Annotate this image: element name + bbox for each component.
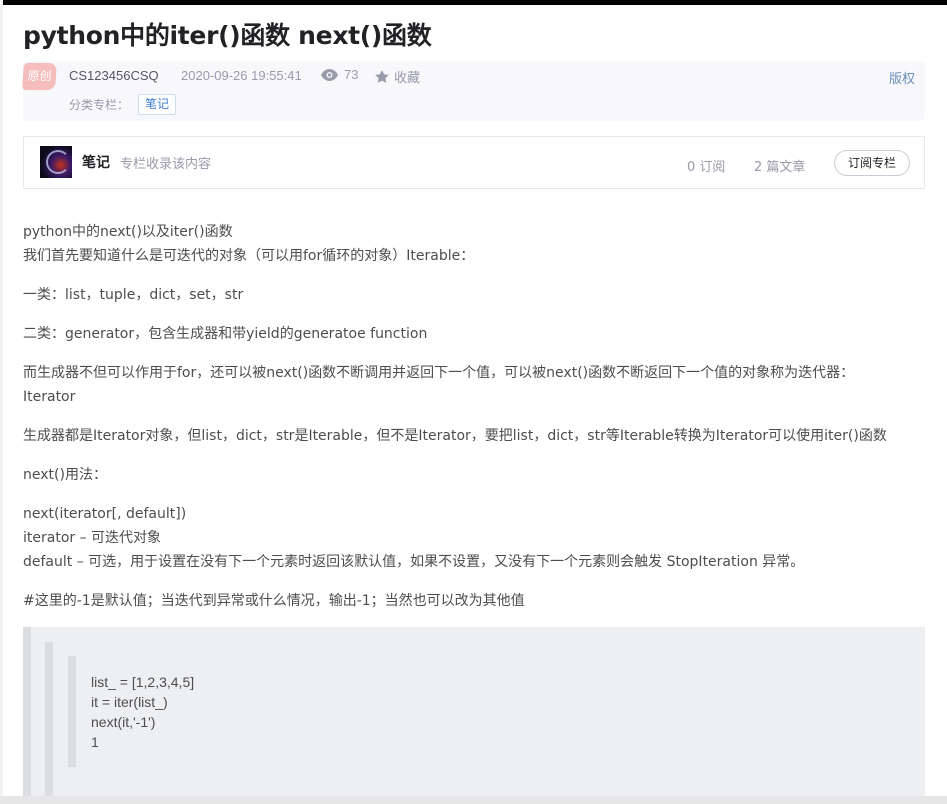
paragraph: 一类：list，tuple，dict，set，str [23, 283, 925, 307]
star-icon [375, 70, 389, 83]
eye-icon [321, 68, 338, 81]
column-description: 专栏收录该内容 [120, 157, 212, 172]
column-card: 笔记 专栏收录该内容 0 订阅 2 篇文章 订阅专栏 [23, 136, 925, 189]
paragraph-line: #这里的-1是默认值；当迭代到异常或什么情况，输出-1；当然也可以改为其他值 [23, 593, 525, 609]
view-count-value: 73 [344, 67, 359, 82]
favorite-button[interactable]: 收藏 [375, 67, 420, 86]
code-line: next(it,'-1') [91, 714, 156, 730]
paragraph: 二类：generator，包含生成器和带yield的generatoe func… [23, 322, 925, 346]
article-body: python中的next()以及iter()函数 我们首先要知道什么是可迭代的对… [23, 220, 925, 628]
subscribe-column-button[interactable]: 订阅专栏 [834, 150, 910, 176]
paragraph-line: next()用法： [23, 467, 107, 483]
paragraph-line: Iterator [23, 389, 76, 405]
paragraph-line: next(iterator[, default]) [23, 506, 187, 522]
bottom-edge [0, 796, 947, 804]
paragraph: #这里的-1是默认值；当迭代到异常或什么情况，输出-1；当然也可以改为其他值 [23, 589, 925, 613]
paragraph: python中的next()以及iter()函数 我们首先要知道什么是可迭代的对… [23, 220, 925, 268]
left-edge [0, 0, 3, 804]
paragraph-line: iterator – 可迭代对象 [23, 530, 162, 546]
publish-date: 2020-09-26 19:55:41 [181, 68, 302, 83]
paragraph-line: 一类：list，tuple，dict，set，str [23, 287, 244, 303]
paragraph-line: default – 可选，用于设置在没有下一个元素时返回该默认值，如果不设置，又… [23, 554, 805, 570]
column-subscribers: 0 订阅 [687, 160, 726, 175]
code-line: list_ = [1,2,3,4,5] [91, 674, 195, 690]
author-link[interactable]: CS123456CSQ [69, 68, 159, 83]
column-name[interactable]: 笔记 [82, 152, 110, 172]
paragraph: next(iterator[, default]) iterator – 可迭代… [23, 502, 925, 574]
paragraph-line: 而生成器不但可以作用于for，还可以被next()函数不断调用并返回下一个值，可… [23, 365, 855, 381]
article-title: python中的iter()函数 next()函数 [23, 21, 432, 50]
quote-bar [68, 656, 76, 767]
category-label: 分类专栏： [69, 98, 130, 112]
paragraph-line: python中的next()以及iter()函数 [23, 224, 233, 240]
quote-bar [45, 642, 53, 804]
paragraph-line: 生成器都是Iterator对象，但list，dict，str是Iterable，… [23, 428, 887, 444]
category-tag[interactable]: 笔记 [138, 94, 177, 115]
top-bar [0, 0, 947, 5]
column-article-count: 2 篇文章 [754, 160, 806, 175]
code-blockquote: list_ = [1,2,3,4,5] it = iter(list_) nex… [23, 627, 925, 804]
favorite-label: 收藏 [394, 71, 421, 86]
paragraph: 生成器都是Iterator对象，但list，dict，str是Iterable，… [23, 424, 925, 448]
paragraph-line: 我们首先要知道什么是可迭代的对象（可以用for循环的对象）Iterable： [23, 248, 475, 264]
article-meta: 原创 CS123456CSQ 2020-09-26 19:55:41 73 收藏… [22, 61, 925, 121]
code-lines: list_ = [1,2,3,4,5] it = iter(list_) nex… [91, 672, 194, 752]
code-line: it = iter(list_) [91, 694, 168, 710]
code-line: 1 [91, 734, 99, 750]
column-thumbnail[interactable] [40, 146, 72, 178]
paragraph: 而生成器不但可以作用于for，还可以被next()函数不断调用并返回下一个值，可… [23, 361, 925, 409]
view-count: 73 [321, 67, 358, 82]
quote-bar [23, 627, 31, 804]
paragraph: next()用法： [23, 463, 925, 487]
copyright-link[interactable]: 版权 [889, 68, 915, 87]
original-badge: 原创 [22, 63, 57, 90]
paragraph-line: 二类：generator，包含生成器和带yield的generatoe func… [23, 326, 428, 342]
